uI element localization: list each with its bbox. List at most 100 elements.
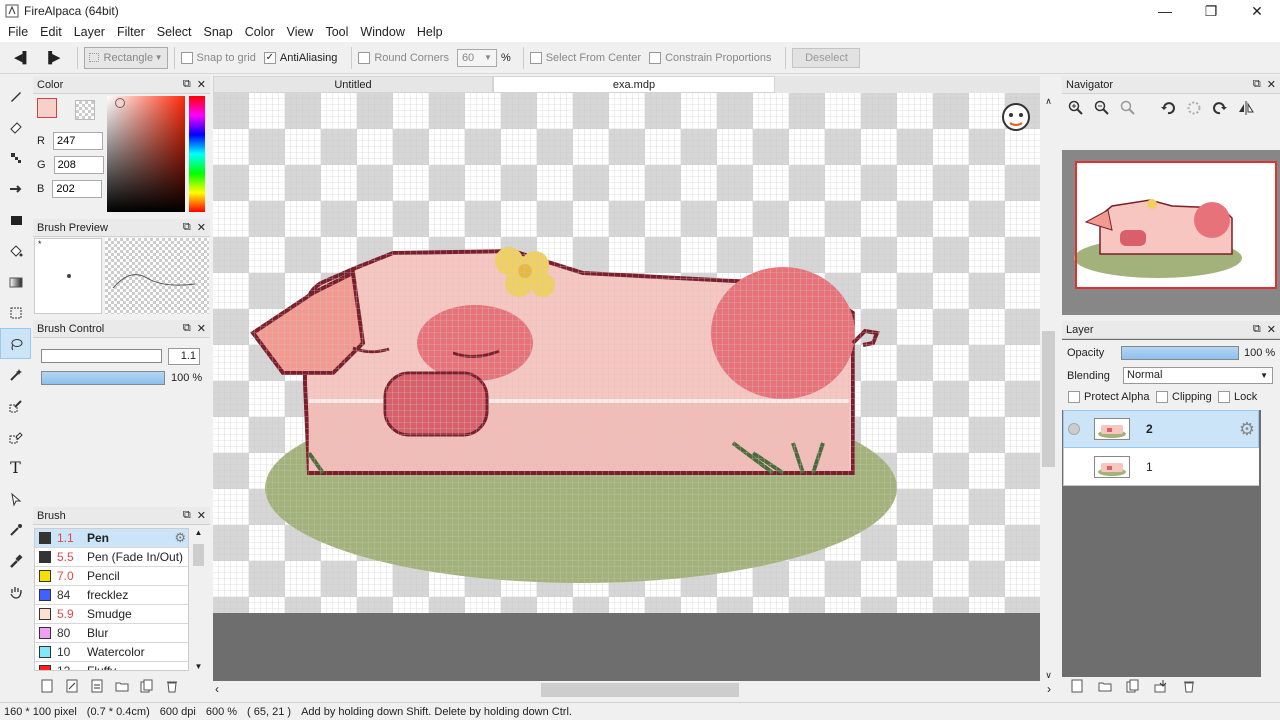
snap-to-grid-checkbox[interactable]: Snap to grid [180,51,256,64]
move-tool-icon[interactable] [0,173,31,204]
red-field[interactable] [52,132,103,150]
horizontal-scroll-thumb[interactable] [541,683,739,697]
menu-help[interactable]: Help [411,25,449,39]
rotate-right-icon[interactable] [1212,100,1228,116]
panel-float-icon[interactable]: ⧉ [183,322,191,335]
panel-float-icon[interactable]: ⧉ [1253,78,1261,91]
panel-collapse-left-icon[interactable]: ◀▌ [14,51,30,64]
panel-float-icon[interactable]: ⧉ [1253,323,1261,336]
dropper-tool-icon[interactable] [0,545,31,576]
zoom-reset-icon[interactable] [1120,100,1136,116]
selection-shape-select[interactable]: Rectangle ▼ [83,46,168,69]
round-corners-value-select[interactable]: 60 ▼ [456,48,497,67]
scroll-up-icon[interactable]: ▲ [191,528,206,537]
brush-list-scrollbar[interactable]: ▲ ▼ [191,528,206,671]
menu-window[interactable]: Window [354,25,410,39]
rotate-reset-icon[interactable] [1186,100,1202,116]
lasso-tool-icon[interactable] [0,328,31,359]
layer-scrollbar[interactable] [1261,410,1280,677]
brush-item[interactable]: 12 Fluffy [35,662,188,670]
brush-item[interactable]: 7.0 Pencil [35,567,188,586]
eyedropper-tool-icon[interactable] [0,514,31,545]
new-brush-icon[interactable] [40,679,54,693]
operation-tool-icon[interactable] [0,483,31,514]
brush-size-value[interactable]: 1.1 [168,348,200,365]
tab-exa-mdp[interactable]: exa.mdp [493,76,775,93]
constrain-proportions-checkbox[interactable]: Constrain Proportions [649,51,771,64]
canvas-area[interactable] [213,93,1040,681]
brush-item[interactable]: 80 Blur [35,624,188,643]
tab-untitled[interactable]: Untitled [213,76,493,93]
drawing-canvas[interactable] [213,93,1040,613]
menu-color[interactable]: Color [239,25,281,39]
close-button[interactable]: ✕ [1234,0,1280,22]
blending-select[interactable]: Normal ▼ [1123,367,1273,384]
brush-item[interactable]: 5.5 Pen (Fade In/Out) [35,548,188,567]
new-layer-icon[interactable] [1070,679,1084,693]
edit-brush-icon[interactable] [65,679,79,693]
canvas-horizontal-scrollbar[interactable]: ‹ › [213,681,1057,699]
mascot-icon[interactable] [1002,103,1030,131]
brush-settings-gear-icon[interactable]: ⚙ [174,530,186,546]
layer-opacity-slider[interactable] [1121,346,1239,360]
select-eraser-tool-icon[interactable] [0,421,31,452]
menu-select[interactable]: Select [151,25,198,39]
eraser-tool-icon[interactable] [0,111,31,142]
bucket-tool-icon[interactable] [0,235,31,266]
panel-close-icon[interactable]: ✕ [1267,323,1276,336]
duplicate-icon[interactable] [140,679,154,693]
lock-checkbox[interactable]: Lock [1218,391,1257,403]
scroll-thumb[interactable] [193,544,204,566]
layer-visibility-icon[interactable] [1068,423,1080,435]
duplicate-layer-icon[interactable] [1126,679,1140,693]
panel-float-icon[interactable]: ⧉ [183,509,191,522]
hand-tool-icon[interactable] [0,576,31,607]
brush-item[interactable]: 5.9 Smudge [35,605,188,624]
panel-close-icon[interactable]: ✕ [1267,78,1276,91]
new-folder-icon[interactable] [1098,679,1112,693]
text-tool-icon[interactable]: T [0,452,31,483]
scroll-left-icon[interactable]: ‹ [215,682,219,696]
panel-close-icon[interactable]: ✕ [197,322,206,335]
flip-horizontal-icon[interactable] [1238,100,1254,116]
scroll-up-icon[interactable]: ∧ [1040,93,1057,110]
clipping-checkbox[interactable]: Clipping [1156,391,1212,403]
hue-slider[interactable] [189,96,205,212]
saturation-value-picker[interactable] [107,96,185,212]
layer-visibility-icon[interactable] [1068,461,1080,473]
select-tool-icon[interactable] [0,297,31,328]
scroll-right-icon[interactable]: › [1047,682,1051,696]
vertical-scroll-thumb[interactable] [1042,331,1055,467]
antialiasing-checkbox[interactable]: ✓ AntiAliasing [263,51,337,64]
zoom-out-icon[interactable] [1094,100,1110,116]
fill-rect-tool-icon[interactable] [0,204,31,235]
layer-settings-gear-icon[interactable]: ⚙ [1239,419,1255,440]
merge-down-icon[interactable] [1154,679,1168,693]
background-color-swatch[interactable] [75,100,95,120]
round-corners-checkbox[interactable]: Round Corners [358,51,449,64]
brush-item[interactable]: 84 frecklez [35,586,188,605]
panel-close-icon[interactable]: ✕ [197,221,206,234]
brush-opacity-slider[interactable] [41,371,165,385]
menu-view[interactable]: View [281,25,320,39]
deselect-button[interactable]: Deselect [792,47,861,68]
protect-alpha-checkbox[interactable]: Protect Alpha [1068,391,1149,403]
panel-float-icon[interactable]: ⧉ [183,78,191,91]
menu-snap[interactable]: Snap [198,25,239,39]
magic-wand-tool-icon[interactable] [0,359,31,390]
panel-close-icon[interactable]: ✕ [197,509,206,522]
folder-icon[interactable] [115,679,129,693]
panel-float-icon[interactable]: ⧉ [183,221,191,234]
menu-filter[interactable]: Filter [111,25,151,39]
green-field[interactable] [53,156,104,174]
blue-field[interactable] [52,180,103,198]
menu-edit[interactable]: Edit [34,25,68,39]
menu-tool[interactable]: Tool [319,25,354,39]
menu-file[interactable]: File [2,25,34,39]
delete-layer-icon[interactable] [1182,679,1196,693]
foreground-color-swatch[interactable] [37,98,57,118]
delete-brush-icon[interactable] [165,679,179,693]
copy-brush-icon[interactable] [90,679,104,693]
scroll-down-icon[interactable]: ▼ [191,662,206,671]
select-pen-tool-icon[interactable] [0,390,31,421]
